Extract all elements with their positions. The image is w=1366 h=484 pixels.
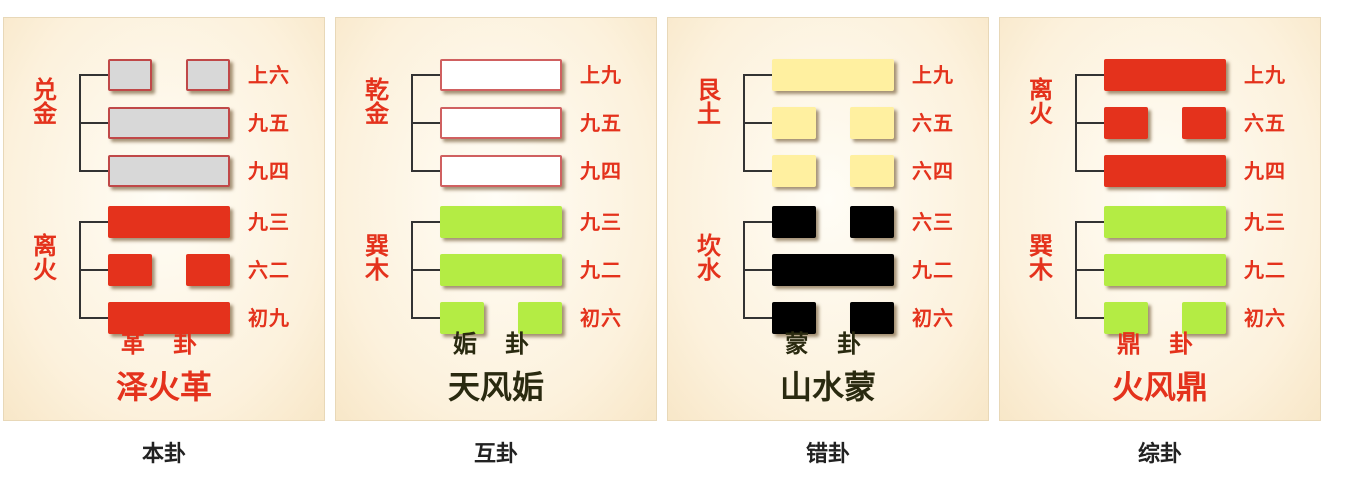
yin-line-segment-right <box>850 155 894 187</box>
yao-label: 九四 <box>580 159 622 183</box>
lower-trigram-bracket <box>1075 221 1104 319</box>
lower-trigram-char: 离 <box>33 232 57 260</box>
upper-trigram-bracket <box>79 74 108 172</box>
yao-label: 九二 <box>1244 258 1286 282</box>
yang-line <box>1104 206 1226 238</box>
yang-line <box>440 206 562 238</box>
yang-line <box>440 107 562 139</box>
yao-label: 九五 <box>248 111 290 135</box>
upper-trigram-char: 兑 <box>33 76 57 104</box>
yao-label: 六二 <box>248 258 290 282</box>
yao-label: 六四 <box>912 159 954 183</box>
gua-full-name: 火风鼎 <box>1111 368 1208 406</box>
yang-line <box>772 254 894 286</box>
upper-trigram-char: 离 <box>1029 76 1053 104</box>
yang-line <box>440 155 562 187</box>
yin-line-segment-left <box>772 107 816 139</box>
yin-line-segment-right <box>850 206 894 238</box>
lower-trigram-char: 水 <box>697 256 721 284</box>
yao-label: 上九 <box>1244 63 1286 87</box>
upper-trigram-char: 金 <box>33 100 57 128</box>
yao-label: 九五 <box>580 111 622 135</box>
upper-trigram-bracket <box>743 74 772 172</box>
gua-full-name: 泽火革 <box>115 368 212 406</box>
yao-label: 九三 <box>580 210 622 234</box>
upper-trigram-char: 艮 <box>697 76 721 104</box>
panel-caption: 错卦 <box>805 442 850 467</box>
yin-line-segment-left <box>108 59 152 91</box>
gua-full-name: 天风姤 <box>447 368 544 406</box>
upper-trigram-label: 艮土 <box>694 78 724 126</box>
lower-trigram-char: 火 <box>33 256 57 284</box>
panel-caption: 互卦 <box>473 442 518 467</box>
lower-trigram-char: 巽 <box>365 232 389 260</box>
yao-label: 九二 <box>580 258 622 282</box>
lower-trigram-label: 坎水 <box>694 234 724 282</box>
yang-line <box>440 59 562 91</box>
yang-line <box>440 254 562 286</box>
upper-trigram-bracket <box>411 74 440 172</box>
yao-label: 九三 <box>248 210 290 234</box>
upper-trigram-char: 乾 <box>365 76 389 104</box>
gua-short-name: 鼎 卦 <box>1116 330 1204 358</box>
upper-trigram-label: 离火 <box>1026 78 1056 126</box>
lower-trigram-bracket <box>411 221 440 319</box>
yin-line-segment-left <box>772 155 816 187</box>
upper-trigram-char: 金 <box>365 100 389 128</box>
hexagram-panel-3: 艮土坎水上九 六五 六四 六三 九二 初六蒙 卦山水蒙 <box>667 17 989 421</box>
yin-line-segment-right <box>186 59 230 91</box>
yang-line <box>1104 155 1226 187</box>
yin-line-segment-right <box>186 254 230 286</box>
upper-trigram-label: 兑金 <box>30 78 60 126</box>
yin-line-segment-left <box>1104 107 1148 139</box>
yang-line <box>1104 254 1226 286</box>
hexagram-panel-1: 兑金离火上六 九五 九四 九三 六二 初九革 卦泽火革 <box>3 17 325 421</box>
lower-trigram-bracket <box>79 221 108 319</box>
upper-trigram-bracket <box>1075 74 1104 172</box>
hexagram-panel-4: 离火巽木上九 六五 九四 九三 九二 初六鼎 卦火风鼎 <box>999 17 1321 421</box>
yang-line <box>772 59 894 91</box>
hexagram-panel-2: 乾金巽木上九 九五 九四 九三 九二 初六姤 卦天风姤 <box>335 17 657 421</box>
gua-short-name: 蒙 卦 <box>784 330 872 358</box>
lower-trigram-bracket <box>743 221 772 319</box>
yin-line-segment-right <box>850 107 894 139</box>
yao-label: 九三 <box>1244 210 1286 234</box>
lower-trigram-char: 坎 <box>697 232 721 260</box>
panel-caption: 综卦 <box>1137 442 1182 467</box>
yao-label: 上六 <box>248 63 290 87</box>
gua-short-name: 革 卦 <box>120 330 208 358</box>
yang-line <box>108 206 230 238</box>
yao-label: 六五 <box>912 111 954 135</box>
yao-label: 上九 <box>912 63 954 87</box>
upper-trigram-char: 土 <box>697 100 721 128</box>
upper-trigram-char: 火 <box>1029 100 1053 128</box>
yao-label: 九四 <box>248 159 290 183</box>
yao-label: 六五 <box>1244 111 1286 135</box>
gua-full-name: 山水蒙 <box>779 368 876 406</box>
yao-label: 九四 <box>1244 159 1286 183</box>
yin-line-segment-right <box>1182 107 1226 139</box>
gua-short-name: 姤 卦 <box>452 330 540 358</box>
yao-label: 六三 <box>912 210 954 234</box>
panel-caption: 本卦 <box>141 442 186 467</box>
lower-trigram-label: 离火 <box>30 234 60 282</box>
lower-trigram-char: 木 <box>1029 256 1053 284</box>
yin-line-segment-left <box>108 254 152 286</box>
lower-trigram-label: 巽木 <box>362 234 392 282</box>
yin-line-segment-left <box>772 206 816 238</box>
yao-label: 上九 <box>580 63 622 87</box>
yang-line <box>108 107 230 139</box>
yang-line <box>108 155 230 187</box>
yang-line <box>1104 59 1226 91</box>
upper-trigram-label: 乾金 <box>362 78 392 126</box>
lower-trigram-char: 巽 <box>1029 232 1053 260</box>
lower-trigram-label: 巽木 <box>1026 234 1056 282</box>
yao-label: 九二 <box>912 258 954 282</box>
lower-trigram-char: 木 <box>365 256 389 284</box>
